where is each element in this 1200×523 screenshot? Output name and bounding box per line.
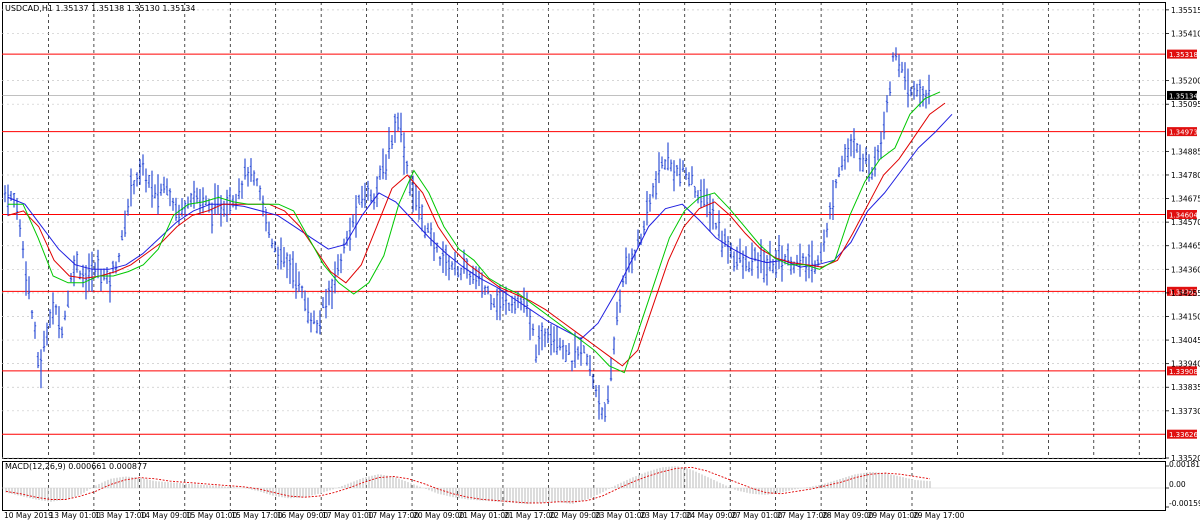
price-tick-label: 1.33730 [1171, 407, 1200, 416]
time-tick-label: 14 May 09:00 [140, 511, 192, 520]
price-tick-label: 1.34780 [1171, 171, 1200, 180]
time-axis: 10 May 201913 May 01:0013 May 17:0014 Ma… [4, 511, 965, 520]
macd-tick-zero: 0.00 [1169, 480, 1186, 489]
time-tick-label: 16 May 09:00 [277, 511, 329, 520]
price-tick-label: 1.34150 [1171, 312, 1200, 321]
price-tick-label: 1.35095 [1171, 100, 1200, 109]
time-tick-label: 27 May 01:00 [731, 511, 783, 520]
time-tick-label: 17 May 17:00 [368, 511, 420, 520]
price-tick-label: 1.34045 [1171, 336, 1200, 345]
level-price-label: 1.33626 [1169, 431, 1198, 439]
price-tick-label: 1.34360 [1171, 265, 1200, 274]
time-tick-label: 23 May 17:00 [640, 511, 692, 520]
time-tick-label: 27 May 17:00 [777, 511, 829, 520]
time-tick-label: 29 May 01:00 [868, 511, 920, 520]
price-tick-label: 1.34255 [1171, 289, 1200, 298]
time-tick-label: 22 May 09:00 [549, 511, 601, 520]
time-tick-label: 24 May 09:00 [686, 511, 738, 520]
level-price-label: 1.34973 [1169, 129, 1198, 137]
price-tick-label: 1.34570 [1171, 218, 1200, 227]
time-tick-label: 10 May 2019 [4, 511, 53, 520]
level-price-label: 1.33908 [1169, 368, 1198, 376]
main-plot-border [2, 2, 1166, 459]
price-axis: 1.35515 1.35410 1.35200 1.35095 1.34885 1.347… [1165, 6, 1200, 463]
time-tick-label: 21 May 17:00 [504, 511, 556, 520]
price-tick-label: 1.35410 [1171, 29, 1200, 38]
macd-tick-bottom: -0.001599 [1169, 499, 1200, 508]
time-tick-label: 21 May 01:00 [459, 511, 511, 520]
macd-tick-top: 0.001817 [1169, 460, 1200, 469]
level-price-label: 1.35318 [1169, 51, 1198, 59]
time-tick-label: 23 May 01:00 [595, 511, 647, 520]
chart-title: USDCAD,H1 1.35137 1.35138 1.35130 1.3513… [5, 4, 195, 13]
price-tick-label: 1.34465 [1171, 242, 1200, 251]
price-tick-label: 1.34675 [1171, 195, 1200, 204]
time-tick-label: 29 May 17:00 [913, 511, 965, 520]
price-tick-label: 1.33940 [1171, 360, 1200, 369]
time-tick-label: 17 May 01:00 [322, 511, 374, 520]
macd-title: MACD(12,26,9) 0.000661 0.000877 [5, 462, 147, 471]
price-tick-label: 1.35515 [1171, 6, 1200, 15]
time-tick-label: 28 May 09:00 [822, 511, 874, 520]
price-tick-label: 1.35200 [1171, 77, 1200, 86]
price-tick-label: 1.33835 [1171, 383, 1200, 392]
time-tick-label: 13 May 17:00 [95, 511, 147, 520]
price-tick-label: 1.34885 [1171, 147, 1200, 156]
time-tick-label: 15 May 01:00 [186, 511, 238, 520]
time-tick-label: 15 May 17:00 [231, 511, 283, 520]
time-tick-label: 20 May 09:00 [413, 511, 465, 520]
time-tick-label: 13 May 01:00 [49, 511, 101, 520]
trading-chart[interactable]: 1.353181.349731.346041.342621.339081.336… [0, 0, 1200, 523]
